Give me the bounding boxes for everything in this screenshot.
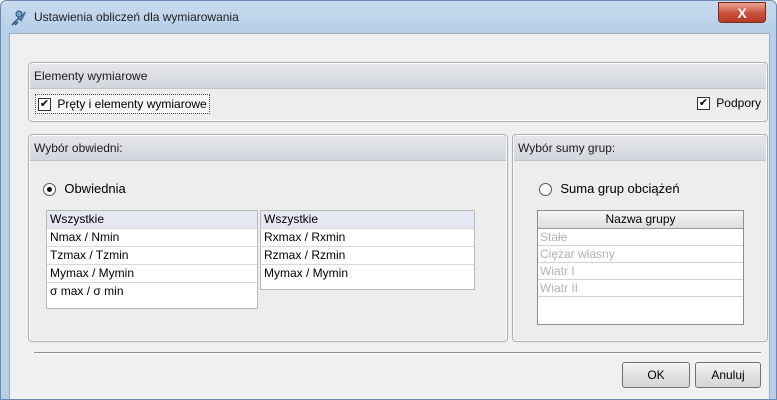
supports-checkbox[interactable]: ✔	[696, 97, 710, 111]
cancel-button[interactable]: Anuluj	[695, 362, 761, 388]
list-item[interactable]: Wszystkie	[47, 211, 257, 229]
list-item[interactable]: Rxmax / Rxmin	[261, 229, 474, 247]
window-title: Ustawienia obliczeń dla wymiarowania	[34, 10, 239, 24]
envelope-panel: Wybór obwiedni: Obwiednia Wszystkie Nmax…	[28, 134, 508, 342]
table-row: Ciężar własny	[538, 246, 743, 263]
envelope-radio-row[interactable]: Obwiednia	[43, 180, 126, 198]
group-sum-header: Wybór sumy grup:	[514, 136, 766, 161]
list-item[interactable]: Rzmax / Rzmin	[261, 247, 474, 265]
design-elements-header: Elementy wymiarowe	[30, 64, 766, 89]
list-item[interactable]: Mymax / Mymin	[47, 265, 257, 283]
table-row: Wiatr II	[538, 280, 743, 297]
table-row: Stałe	[538, 229, 743, 246]
list-item[interactable]: Nmax / Nmin	[47, 229, 257, 247]
group-name-column-header[interactable]: Nazwa grupy	[538, 211, 743, 229]
envelope-header: Wybór obwiedni:	[30, 136, 506, 161]
list-item[interactable]: Tzmax / Tzmin	[47, 247, 257, 265]
dialog-client-area: Elementy wymiarowe ✔ Pręty i elementy wy…	[9, 33, 770, 399]
close-icon: X	[737, 4, 747, 21]
bars-elements-checkbox-row[interactable]: ✔ Pręty i elementy wymiarowe	[35, 94, 210, 114]
table-row: Wiatr I	[538, 263, 743, 280]
list-item[interactable]: σ max / σ min	[47, 283, 257, 300]
design-elements-panel: Elementy wymiarowe ✔ Pręty i elementy wy…	[28, 62, 768, 122]
list-item[interactable]: Wszystkie	[261, 211, 474, 229]
group-sum-radio[interactable]	[539, 183, 552, 197]
group-sum-panel: Wybór sumy grup: Suma grup obciążeń Nazw…	[512, 134, 768, 342]
dialog-window: Ustawienia obliczeń dla wymiarowania X E…	[0, 0, 777, 400]
envelope-radio-label: Obwiednia	[64, 181, 126, 196]
bars-elements-checkbox[interactable]: ✔	[38, 98, 51, 112]
group-sum-radio-row[interactable]: Suma grup obciążeń	[539, 180, 680, 198]
ok-button[interactable]: OK	[622, 362, 690, 388]
close-button[interactable]: X	[718, 2, 766, 23]
supports-checkbox-row[interactable]: ✔ Podpory	[696, 94, 761, 112]
group-sum-radio-label: Suma grup obciążeń	[560, 181, 680, 196]
title-bar[interactable]: Ustawienia obliczeń dla wymiarowania X	[1, 1, 776, 33]
list-item[interactable]: Mymax / Mymin	[261, 265, 474, 282]
reactions-envelope-list[interactable]: Wszystkie Rxmax / Rxmin Rzmax / Rzmin My…	[260, 210, 475, 290]
forces-envelope-list[interactable]: Wszystkie Nmax / Nmin Tzmax / Tzmin Myma…	[46, 210, 258, 309]
supports-label: Podpory	[716, 96, 761, 110]
group-table[interactable]: Nazwa grupy Stałe Ciężar własny Wiatr I …	[537, 210, 744, 325]
button-separator	[34, 352, 761, 354]
envelope-radio[interactable]	[43, 183, 56, 197]
bars-elements-label: Pręty i elementy wymiarowe	[57, 97, 207, 111]
app-icon	[11, 10, 26, 26]
